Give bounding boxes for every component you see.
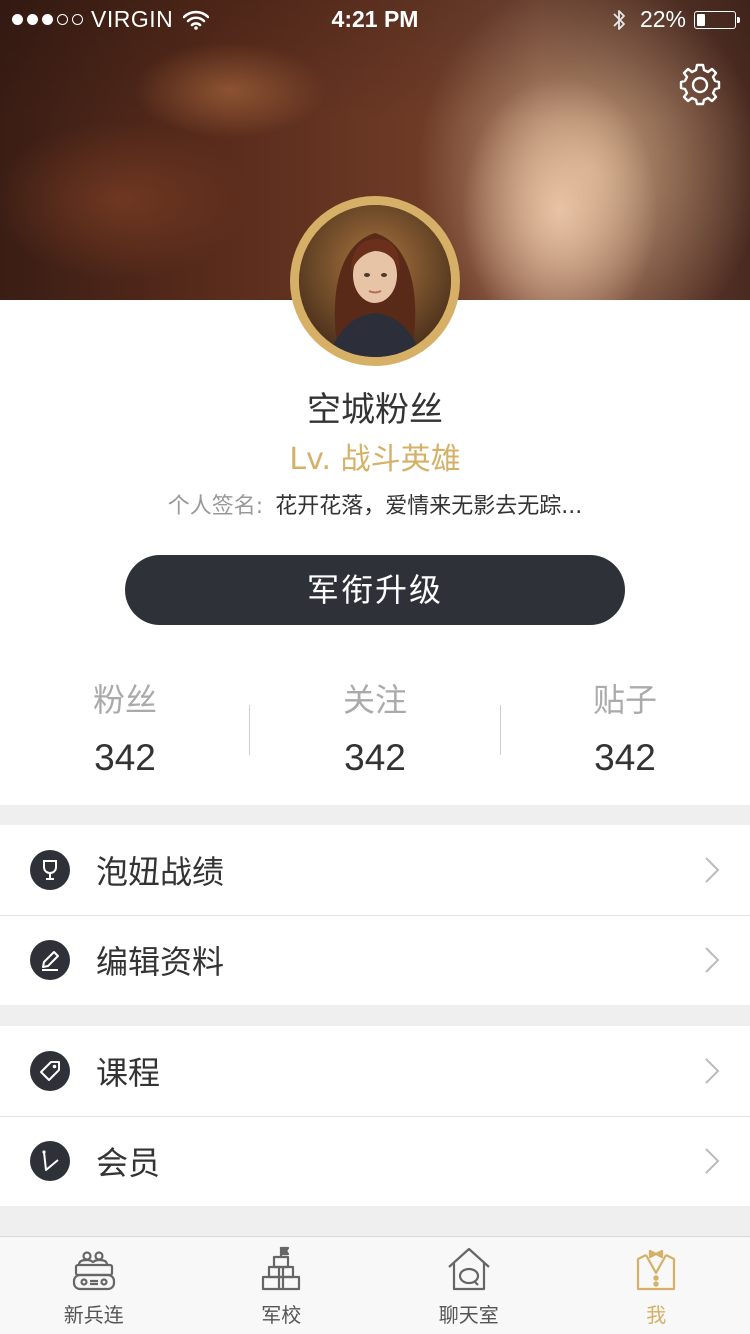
- menu-item-label: 泡妞战绩: [96, 853, 225, 891]
- avatar-ring[interactable]: [290, 196, 460, 366]
- chevron-right-icon: [705, 1058, 720, 1084]
- school-icon: [262, 1246, 301, 1291]
- menu-group-courses: 课程 会员: [0, 1026, 750, 1206]
- uniform-icon: [637, 1249, 676, 1291]
- signature-label: 个人签名:: [167, 494, 264, 519]
- menu-item-edit-profile[interactable]: 编辑资料: [0, 915, 750, 1005]
- menu-item-label: 课程: [96, 1054, 161, 1092]
- stats-row: 粉丝 342 关注 342 贴子 342: [0, 675, 750, 785]
- stat-value: 342: [594, 737, 656, 778]
- battery-level-fill: [697, 13, 705, 26]
- rank-upgrade-button[interactable]: 军衔升级: [125, 555, 625, 625]
- pencil-icon: [30, 940, 70, 980]
- tab-label: 军校: [261, 1303, 302, 1327]
- avatar-portrait-image: [299, 205, 451, 357]
- tab-recruits[interactable]: 新兵连: [0, 1237, 188, 1334]
- chevron-right-icon: [705, 1148, 720, 1174]
- signature: 个人签名: 花开花落，爱情来无影去无踪...: [0, 488, 750, 520]
- stat-value: 342: [94, 737, 156, 778]
- menu-group-records: 泡妞战绩 编辑资料: [0, 825, 750, 1005]
- chevron-right-icon: [705, 947, 720, 973]
- tank-icon: [72, 1251, 115, 1291]
- menu-item-label: 编辑资料: [96, 943, 225, 981]
- user-level: Lv. 战斗英雄: [289, 442, 461, 477]
- stat-fans[interactable]: 粉丝 342: [0, 675, 250, 779]
- stat-label: 关注: [342, 681, 407, 719]
- tab-label: 我: [646, 1303, 667, 1327]
- tab-me[interactable]: 我: [563, 1237, 750, 1334]
- tab-label: 新兵连: [63, 1303, 124, 1327]
- settings-gear-icon[interactable]: [678, 62, 722, 106]
- battery-icon: [694, 10, 740, 29]
- username: 空城粉丝: [307, 390, 443, 430]
- menu-item-courses[interactable]: 课程: [0, 1026, 750, 1116]
- chat-house-icon: [448, 1247, 490, 1291]
- profile-card: 空城粉丝 Lv. 战斗英雄 个人签名: 花开花落，爱情来无影去无踪... 军衔升级…: [0, 300, 750, 805]
- signature-text: 花开花落，爱情来无影去无踪...: [275, 494, 583, 519]
- bluetooth-icon: [613, 9, 625, 30]
- menu-item-membership[interactable]: 会员: [0, 1116, 750, 1206]
- status-bar: VIRGIN 4:21 PM 22%: [0, 0, 750, 40]
- profile-screen: VIRGIN 4:21 PM 22% 空城粉丝 Lv. 战斗英雄 个人签名: 花…: [0, 0, 750, 1334]
- stat-label: 粉丝: [92, 681, 157, 719]
- stat-posts[interactable]: 贴子 342: [500, 675, 750, 779]
- vip-icon: [30, 1141, 70, 1181]
- stat-label: 贴子: [592, 681, 657, 719]
- stat-following[interactable]: 关注 342: [250, 675, 500, 779]
- tag-icon: [30, 1051, 70, 1091]
- tab-military-school[interactable]: 军校: [188, 1237, 376, 1334]
- bottom-tab-bar: 新兵连 军校 聊天室 我: [0, 1236, 750, 1334]
- battery-percentage: 22%: [639, 6, 686, 32]
- status-right: 22%: [612, 6, 740, 33]
- stat-value: 342: [344, 737, 406, 778]
- avatar: [299, 205, 451, 357]
- menu-item-label: 会员: [96, 1144, 161, 1182]
- chevron-right-icon: [705, 857, 720, 883]
- trophy-icon: [30, 850, 70, 890]
- tab-chat-room[interactable]: 聊天室: [375, 1237, 563, 1334]
- tab-label: 聊天室: [438, 1303, 499, 1327]
- menu-item-dating-record[interactable]: 泡妞战绩: [0, 825, 750, 915]
